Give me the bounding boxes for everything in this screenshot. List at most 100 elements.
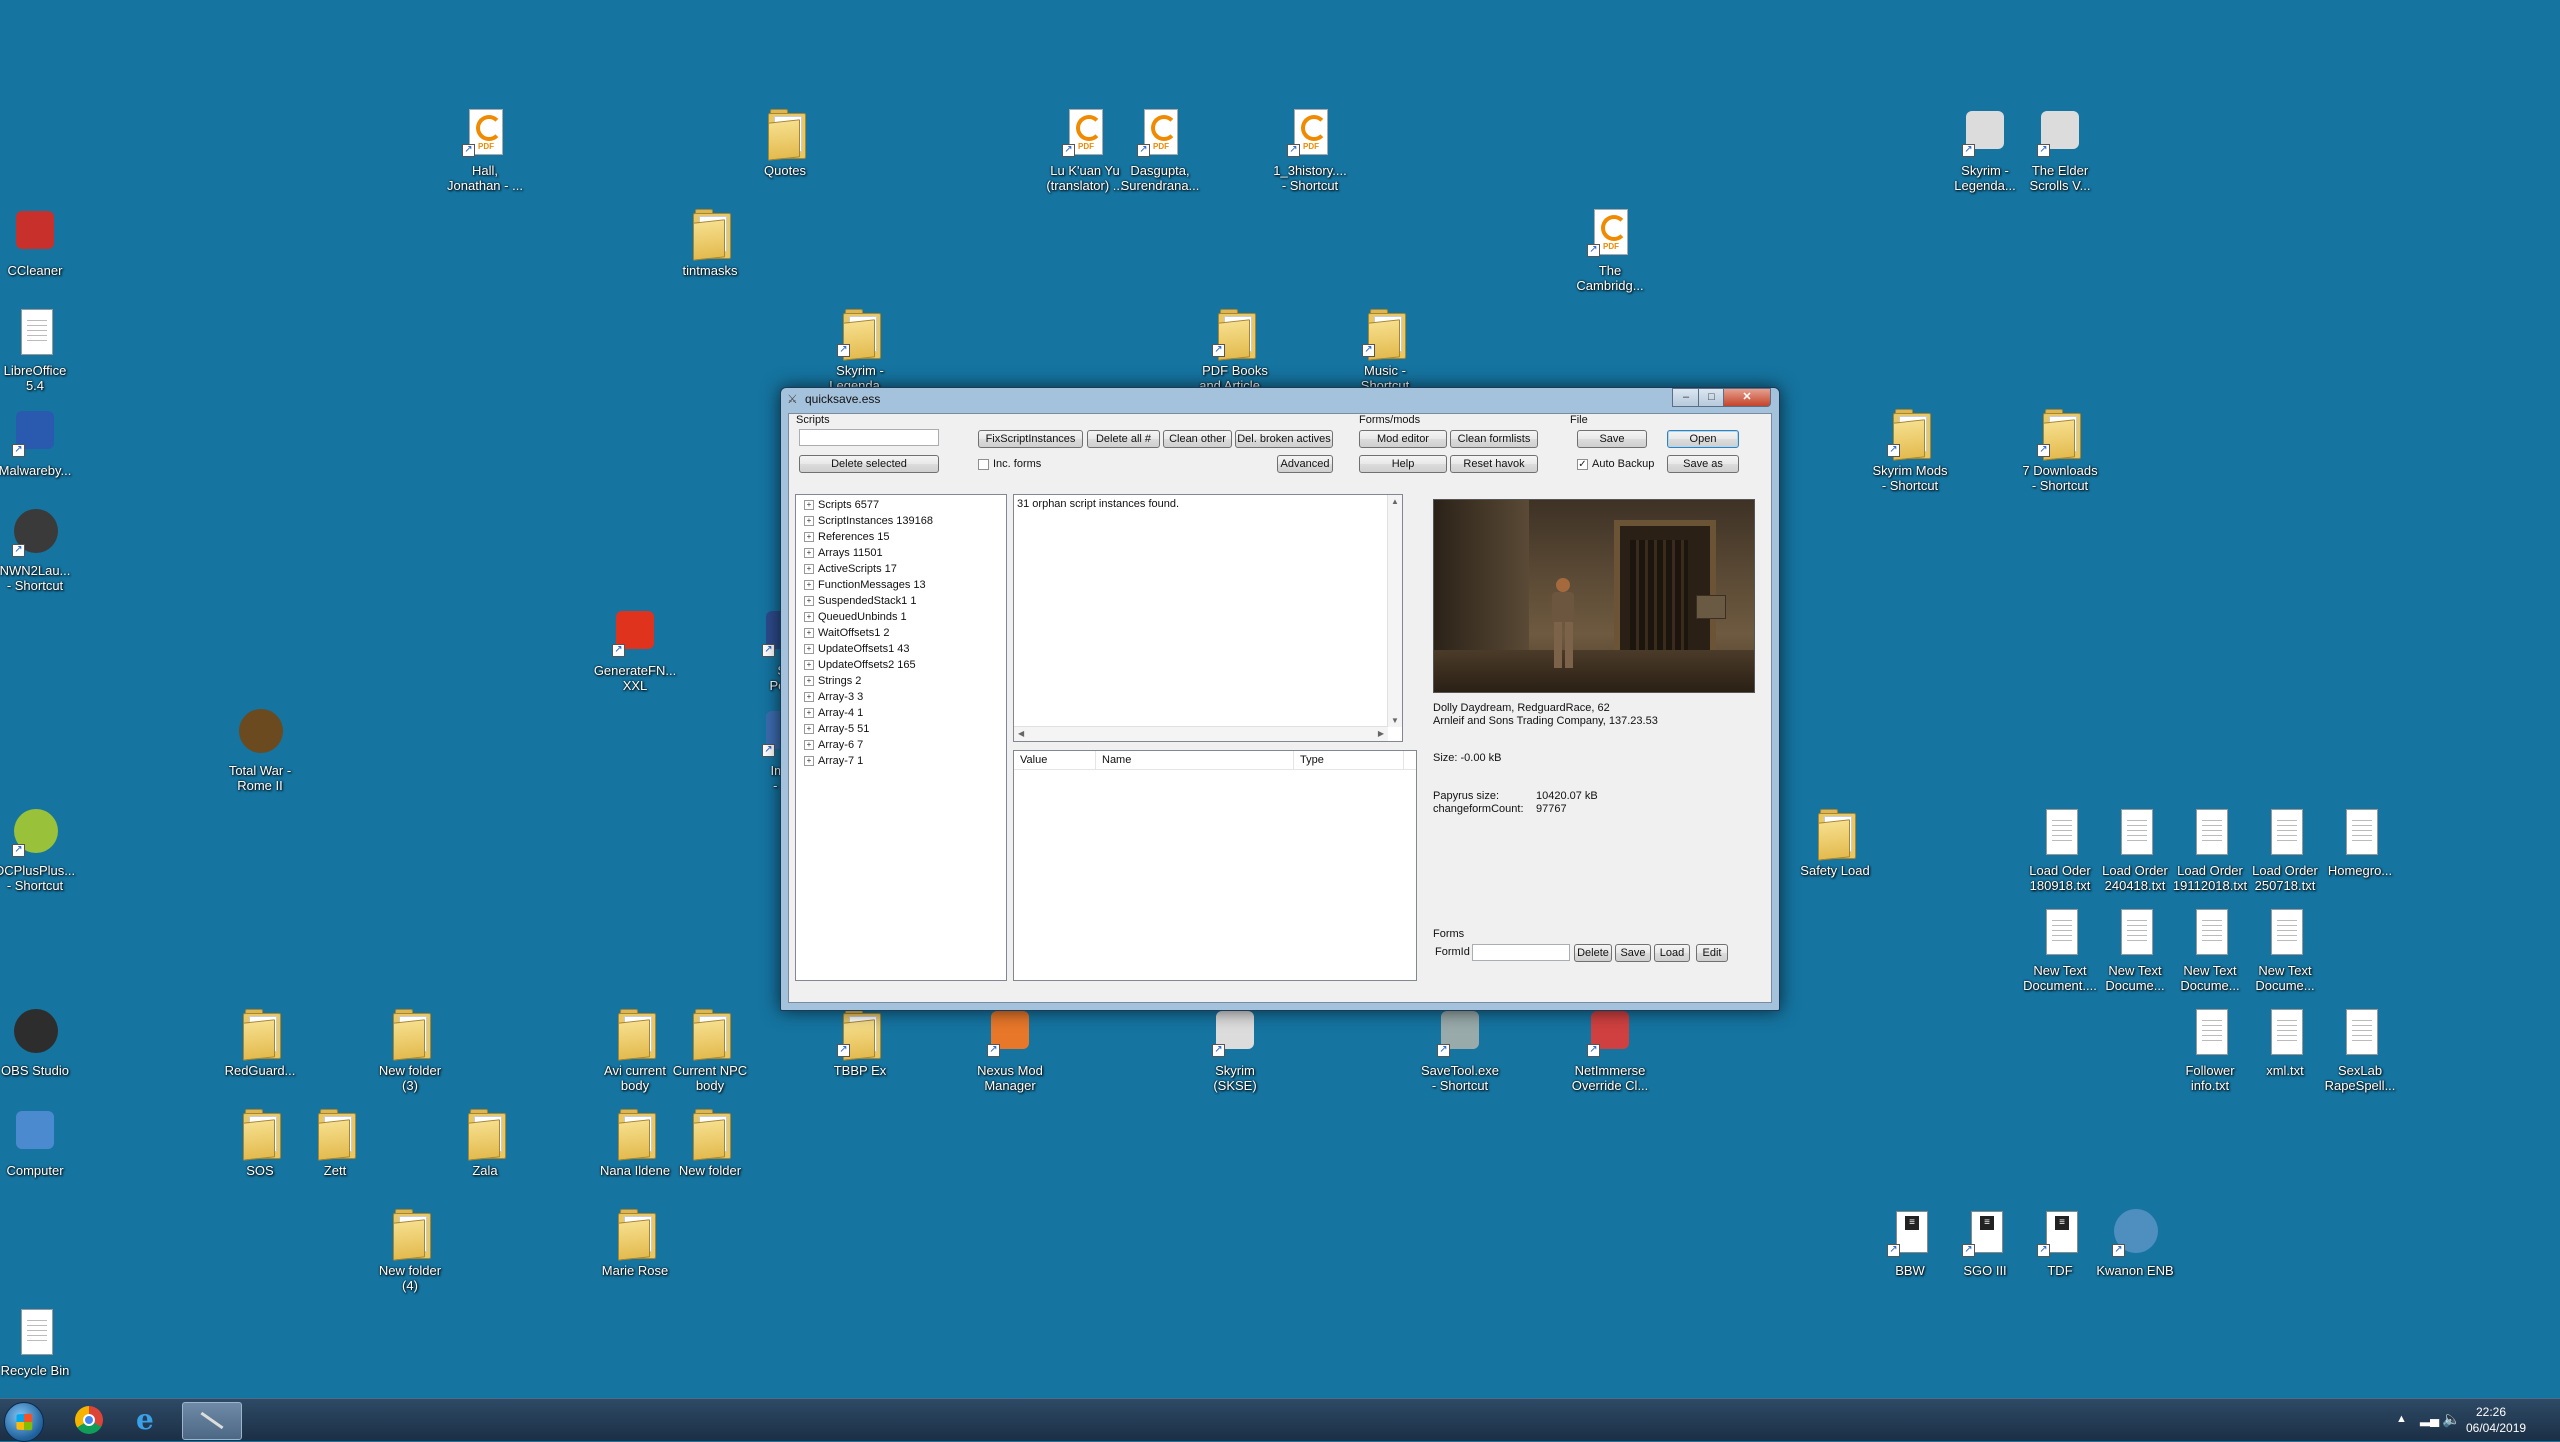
tree-node[interactable]: + References 15 — [804, 529, 890, 545]
clean-other-button[interactable]: Clean other — [1163, 430, 1232, 448]
desktop-icon-sexlab[interactable]: SexLab RapeSpell... — [2295, 1007, 2425, 1093]
tree-node[interactable]: + Array-4 1 — [804, 705, 863, 721]
desktop-icon-newfolder[interactable]: New folder — [645, 1107, 775, 1178]
desktop-icon-cambridge[interactable]: PDF ↗ The Cambridg... — [1545, 207, 1675, 293]
tree-node[interactable]: + Array-3 3 — [804, 689, 863, 705]
desktop-icon-generatefnis[interactable]: ↗ GenerateFN... XXL — [570, 607, 700, 693]
close-button[interactable]: ✕ — [1723, 388, 1771, 407]
desktop-icon-tintmasks[interactable]: tintmasks — [645, 207, 775, 278]
desktop-icon-dasgupta[interactable]: PDF ↗ Dasgupta, Surendrana... — [1095, 107, 1225, 193]
log-horizontal-scrollbar[interactable]: ◀ ▶ — [1014, 726, 1388, 741]
expand-icon[interactable]: + — [804, 580, 814, 591]
tree-node[interactable]: + ActiveScripts 17 — [804, 561, 897, 577]
expand-icon[interactable]: + — [804, 500, 814, 511]
desktop-icon-npc[interactable]: Current NPC body — [645, 1007, 775, 1093]
reset-havok-button[interactable]: Reset havok — [1450, 455, 1538, 473]
desktop-icon-computer[interactable]: Computer — [0, 1107, 100, 1178]
tree-node[interactable]: + ScriptInstances 139168 — [804, 513, 933, 529]
desktop-icon-total-war[interactable]: Total War - Rome II — [195, 707, 325, 793]
del-broken-actives-button[interactable]: Del. broken actives — [1235, 430, 1333, 448]
desktop-icon-nmm[interactable]: ↗ Nexus Mod Manager — [945, 1007, 1075, 1093]
expand-icon[interactable]: + — [804, 596, 814, 607]
desktop-icon-savetool[interactable]: ↗ SaveTool.exe - Shortcut — [1395, 1007, 1525, 1093]
values-list[interactable]: Value Name Type — [1013, 750, 1417, 981]
desktop-icon-elder-scrolls[interactable]: ↗ The Elder Scrolls V... — [1995, 107, 2125, 193]
desktop-icon-dcplusplus[interactable]: ↗ DCPlusPlus... - Shortcut — [0, 807, 100, 893]
form-delete-button[interactable]: Delete — [1574, 944, 1612, 962]
expand-icon[interactable]: + — [804, 692, 814, 703]
desktop-icon-kwanon[interactable]: ↗ Kwanon ENB — [2070, 1207, 2200, 1278]
expand-icon[interactable]: + — [804, 612, 814, 623]
desktop-icon-skse[interactable]: ↗ Skyrim (SKSE) — [1170, 1007, 1300, 1093]
expand-icon[interactable]: + — [804, 532, 814, 543]
column-header-type[interactable]: Type — [1294, 751, 1404, 769]
desktop-icon-ccleaner[interactable]: CCleaner — [0, 207, 100, 278]
fix-script-instances-button[interactable]: FixScriptInstances — [978, 430, 1083, 448]
log-panel[interactable]: 31 orphan script instances found. ▲ ▼ ◀ … — [1013, 494, 1403, 742]
form-save-button[interactable]: Save — [1615, 944, 1651, 962]
inc-forms-checkbox[interactable] — [978, 459, 989, 470]
start-button[interactable] — [4, 1402, 44, 1442]
tree-node[interactable]: + UpdateOffsets2 165 — [804, 657, 916, 673]
desktop-icon-nf4[interactable]: New folder (4) — [345, 1207, 475, 1293]
desktop-icon-history[interactable]: PDF ↗ 1_3history.... - Shortcut — [1245, 107, 1375, 193]
desktop-icon-music[interactable]: ↗ Music - Shortcut — [1320, 307, 1450, 393]
save-button[interactable]: Save — [1577, 430, 1647, 448]
desktop-icon-malwarebytes[interactable]: ↗ Malwareby... — [0, 407, 100, 478]
desktop-icon-marie[interactable]: Marie Rose — [570, 1207, 700, 1278]
desktop-icon-netimmerse[interactable]: ↗ NetImmerse Override Cl... — [1545, 1007, 1675, 1093]
expand-icon[interactable]: + — [804, 740, 814, 751]
desktop-icon-skyrim-legenda-1[interactable]: ↗ Skyrim - Legenda... — [795, 307, 925, 393]
delete-selected-button[interactable]: Delete selected — [799, 455, 939, 473]
log-vertical-scrollbar[interactable]: ▲ ▼ — [1387, 495, 1402, 727]
expand-icon[interactable]: + — [804, 676, 814, 687]
mod-editor-button[interactable]: Mod editor — [1359, 430, 1447, 448]
tree-node[interactable]: + Strings 2 — [804, 673, 861, 689]
tree-node[interactable]: + QueuedUnbinds 1 — [804, 609, 907, 625]
desktop-icon-libreoffice[interactable]: LibreOffice 5.4 — [0, 307, 100, 393]
tree-node[interactable]: + Arrays 11501 — [804, 545, 883, 561]
desktop-icon-tbbp[interactable]: ↗ TBBP Ex — [795, 1007, 925, 1078]
desktop-icon-zala[interactable]: Zala — [420, 1107, 550, 1178]
desktop-icon-nf3[interactable]: New folder (3) — [345, 1007, 475, 1093]
expand-icon[interactable]: + — [804, 756, 814, 767]
maximize-button[interactable]: □ — [1698, 388, 1725, 407]
tree-node[interactable]: + UpdateOffsets1 43 — [804, 641, 910, 657]
minimize-button[interactable]: – — [1672, 388, 1700, 407]
desktop-icon-homegro[interactable]: Homegro... — [2295, 807, 2425, 878]
scripts-filter-input[interactable] — [799, 429, 939, 446]
desktop-icon-pdf-books[interactable]: ↗ PDF Books and Article... — [1170, 307, 1300, 393]
desktop-icon-obs[interactable]: OBS Studio — [0, 1007, 100, 1078]
desktop-icon-safety-load[interactable]: Safety Load — [1770, 807, 1900, 878]
desktop-icon-nwn2[interactable]: ↗ NWN2Lau... - Shortcut — [0, 507, 100, 593]
delete-all-button[interactable]: Delete all # — [1087, 430, 1160, 448]
column-header-value[interactable]: Value — [1014, 751, 1096, 769]
auto-backup-checkbox[interactable]: ✓ — [1577, 459, 1588, 470]
expand-icon[interactable]: + — [804, 548, 814, 559]
expand-icon[interactable]: + — [804, 724, 814, 735]
tree-node[interactable]: + Array-6 7 — [804, 737, 863, 753]
show-hidden-icons[interactable]: ▲ — [2396, 1413, 2407, 1425]
tree-node[interactable]: + SuspendedStack1 1 — [804, 593, 916, 609]
help-button[interactable]: Help — [1359, 455, 1447, 473]
form-load-button[interactable]: Load — [1654, 944, 1690, 962]
desktop-icon-hall[interactable]: PDF ↗ Hall, Jonathan - ... — [420, 107, 550, 193]
save-tree-view[interactable]: + Scripts 6577 + ScriptInstances 139168 + Ref… — [795, 494, 1007, 981]
expand-icon[interactable]: + — [804, 564, 814, 575]
save-as-button[interactable]: Save as — [1667, 455, 1739, 473]
desktop-icon-skyrim-mods[interactable]: ↗ Skyrim Mods - Shortcut — [1845, 407, 1975, 493]
expand-icon[interactable]: + — [804, 660, 814, 671]
clock-date[interactable]: 06/04/2019 — [2466, 1421, 2526, 1435]
form-edit-button[interactable]: Edit — [1696, 944, 1728, 962]
tree-node[interactable]: + WaitOffsets1 2 — [804, 625, 890, 641]
expand-icon[interactable]: + — [804, 516, 814, 527]
open-button[interactable]: Open — [1667, 430, 1739, 448]
window-titlebar[interactable]: ⚔ quicksave.ess – □ ✕ — [781, 388, 1779, 410]
volume-icon[interactable]: 🔈 — [2442, 1410, 2461, 1428]
formid-input[interactable] — [1472, 944, 1570, 961]
tree-node[interactable]: + Scripts 6577 — [804, 497, 879, 513]
expand-icon[interactable]: + — [804, 628, 814, 639]
expand-icon[interactable]: + — [804, 644, 814, 655]
chrome-icon[interactable] — [62, 1402, 116, 1438]
internet-explorer-icon[interactable]: e — [122, 1402, 176, 1438]
